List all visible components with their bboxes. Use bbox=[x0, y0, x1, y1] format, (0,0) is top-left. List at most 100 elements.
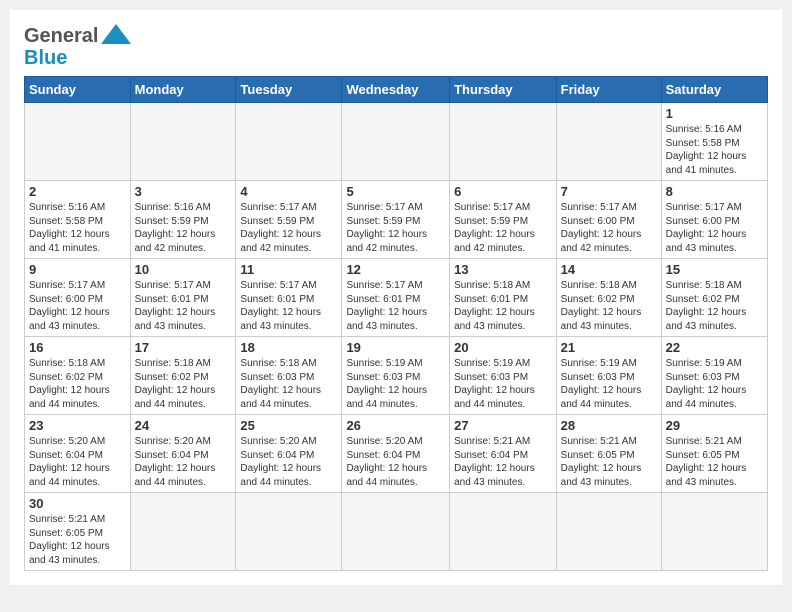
day-info: Sunrise: 5:17 AM Sunset: 6:01 PM Dayligh… bbox=[240, 279, 337, 333]
day-info: Sunrise: 5:17 AM Sunset: 6:00 PM Dayligh… bbox=[561, 201, 657, 255]
day-number: 30 bbox=[29, 496, 126, 511]
weekday-header-row: SundayMondayTuesdayWednesdayThursdayFrid… bbox=[25, 77, 768, 103]
day-info: Sunrise: 5:16 AM Sunset: 5:59 PM Dayligh… bbox=[135, 201, 232, 255]
day-info: Sunrise: 5:18 AM Sunset: 6:02 PM Dayligh… bbox=[666, 279, 763, 333]
calendar-week-row: 9 Sunrise: 5:17 AM Sunset: 6:00 PM Daylig… bbox=[25, 259, 768, 337]
day-info: Sunrise: 5:16 AM Sunset: 5:58 PM Dayligh… bbox=[666, 123, 763, 177]
calendar-cell: 12Sunrise: 5:17 AM Sunset: 6:01 PM Dayli… bbox=[342, 259, 450, 337]
day-info: Sunrise: 5:18 AM Sunset: 6:02 PM Dayligh… bbox=[135, 357, 232, 411]
day-info: Sunrise: 5:19 AM Sunset: 6:03 PM Dayligh… bbox=[561, 357, 657, 411]
day-info: Sunrise: 5:17 AM Sunset: 6:01 PM Dayligh… bbox=[346, 279, 445, 333]
weekday-header-tuesday: Tuesday bbox=[236, 77, 342, 103]
day-number: 10 bbox=[135, 262, 232, 277]
calendar-cell: 29 Sunrise: 5:21 AM Sunset: 6:05 PM Dayli… bbox=[661, 415, 767, 493]
day-number: 3 bbox=[135, 184, 232, 199]
day-number: 25 bbox=[240, 418, 337, 433]
day-number: 26 bbox=[346, 418, 445, 433]
calendar-cell: 25 Sunrise: 5:20 AM Sunset: 6:04 PM Dayli… bbox=[236, 415, 342, 493]
day-number: 23 bbox=[29, 418, 126, 433]
calendar-cell bbox=[342, 103, 450, 181]
calendar-cell: 21 Sunrise: 5:19 AM Sunset: 6:03 PM Dayli… bbox=[556, 337, 661, 415]
calendar-cell: 3 Sunrise: 5:16 AM Sunset: 5:59 PM Daylig… bbox=[130, 181, 236, 259]
calendar-cell bbox=[450, 493, 557, 571]
day-number: 17 bbox=[135, 340, 232, 355]
day-number: 21 bbox=[561, 340, 657, 355]
day-info: Sunrise: 5:17 AM Sunset: 5:59 PM Dayligh… bbox=[346, 201, 445, 255]
day-info: Sunrise: 5:16 AM Sunset: 5:58 PM Dayligh… bbox=[29, 201, 126, 255]
day-info: Sunrise: 5:19 AM Sunset: 6:03 PM Dayligh… bbox=[666, 357, 763, 411]
calendar-cell: 24 Sunrise: 5:20 AM Sunset: 6:04 PM Dayli… bbox=[130, 415, 236, 493]
day-info: Sunrise: 5:18 AM Sunset: 6:03 PM Dayligh… bbox=[240, 357, 337, 411]
calendar-cell bbox=[342, 493, 450, 571]
day-info: Sunrise: 5:20 AM Sunset: 6:04 PM Dayligh… bbox=[29, 435, 126, 489]
day-info: Sunrise: 5:21 AM Sunset: 6:04 PM Dayligh… bbox=[454, 435, 552, 489]
day-info: Sunrise: 5:17 AM Sunset: 6:00 PM Dayligh… bbox=[666, 201, 763, 255]
day-number: 6 bbox=[454, 184, 552, 199]
day-number: 18 bbox=[240, 340, 337, 355]
calendar-cell: 1 Sunrise: 5:16 AM Sunset: 5:58 PM Daylig… bbox=[661, 103, 767, 181]
calendar-week-row: 1 Sunrise: 5:16 AM Sunset: 5:58 PM Daylig… bbox=[25, 103, 768, 181]
calendar-cell bbox=[556, 103, 661, 181]
calendar: SundayMondayTuesdayWednesdayThursdayFrid… bbox=[24, 76, 768, 571]
calendar-cell: 14 Sunrise: 5:18 AM Sunset: 6:02 PM Dayli… bbox=[556, 259, 661, 337]
calendar-cell bbox=[236, 103, 342, 181]
logo: General Blue bbox=[24, 20, 131, 70]
day-info: Sunrise: 5:20 AM Sunset: 6:04 PM Dayligh… bbox=[346, 435, 445, 489]
day-info: Sunrise: 5:17 AM Sunset: 5:59 PM Dayligh… bbox=[240, 201, 337, 255]
calendar-cell bbox=[130, 493, 236, 571]
calendar-cell: 28Sunrise: 5:21 AM Sunset: 6:05 PM Dayli… bbox=[556, 415, 661, 493]
weekday-header-wednesday: Wednesday bbox=[342, 77, 450, 103]
weekday-header-sunday: Sunday bbox=[25, 77, 131, 103]
calendar-cell bbox=[25, 103, 131, 181]
weekday-header-saturday: Saturday bbox=[661, 77, 767, 103]
weekday-header-monday: Monday bbox=[130, 77, 236, 103]
day-info: Sunrise: 5:18 AM Sunset: 6:01 PM Dayligh… bbox=[454, 279, 552, 333]
day-info: Sunrise: 5:17 AM Sunset: 6:00 PM Dayligh… bbox=[29, 279, 126, 333]
day-number: 7 bbox=[561, 184, 657, 199]
calendar-cell: 7 Sunrise: 5:17 AM Sunset: 6:00 PM Daylig… bbox=[556, 181, 661, 259]
calendar-cell bbox=[450, 103, 557, 181]
day-info: Sunrise: 5:18 AM Sunset: 6:02 PM Dayligh… bbox=[561, 279, 657, 333]
day-number: 20 bbox=[454, 340, 552, 355]
day-number: 9 bbox=[29, 262, 126, 277]
calendar-cell: 18 Sunrise: 5:18 AM Sunset: 6:03 PM Dayli… bbox=[236, 337, 342, 415]
day-number: 14 bbox=[561, 262, 657, 277]
day-number: 22 bbox=[666, 340, 763, 355]
calendar-cell: 23 Sunrise: 5:20 AM Sunset: 6:04 PM Dayli… bbox=[25, 415, 131, 493]
day-info: Sunrise: 5:18 AM Sunset: 6:02 PM Dayligh… bbox=[29, 357, 126, 411]
page: General Blue SundayMondayTuesdayWednesda… bbox=[10, 10, 782, 585]
calendar-cell: 9 Sunrise: 5:17 AM Sunset: 6:00 PM Daylig… bbox=[25, 259, 131, 337]
logo-blue-text: Blue bbox=[24, 47, 67, 70]
day-number: 16 bbox=[29, 340, 126, 355]
day-info: Sunrise: 5:19 AM Sunset: 6:03 PM Dayligh… bbox=[454, 357, 552, 411]
calendar-cell: 11 Sunrise: 5:17 AM Sunset: 6:01 PM Dayli… bbox=[236, 259, 342, 337]
header: General Blue bbox=[24, 20, 768, 70]
calendar-week-row: 30Sunrise: 5:21 AM Sunset: 6:05 PM Dayli… bbox=[25, 493, 768, 571]
day-info: Sunrise: 5:20 AM Sunset: 6:04 PM Dayligh… bbox=[135, 435, 232, 489]
day-info: Sunrise: 5:17 AM Sunset: 6:01 PM Dayligh… bbox=[135, 279, 232, 333]
logo-triangle-icon bbox=[101, 20, 131, 46]
calendar-cell: 22 Sunrise: 5:19 AM Sunset: 6:03 PM Dayli… bbox=[661, 337, 767, 415]
calendar-cell: 16 Sunrise: 5:18 AM Sunset: 6:02 PM Dayli… bbox=[25, 337, 131, 415]
calendar-cell: 5Sunrise: 5:17 AM Sunset: 5:59 PM Daylig… bbox=[342, 181, 450, 259]
day-info: Sunrise: 5:20 AM Sunset: 6:04 PM Dayligh… bbox=[240, 435, 337, 489]
calendar-cell bbox=[661, 493, 767, 571]
day-info: Sunrise: 5:21 AM Sunset: 6:05 PM Dayligh… bbox=[666, 435, 763, 489]
day-info: Sunrise: 5:19 AM Sunset: 6:03 PM Dayligh… bbox=[346, 357, 445, 411]
calendar-cell: 30Sunrise: 5:21 AM Sunset: 6:05 PM Dayli… bbox=[25, 493, 131, 571]
calendar-cell: 13Sunrise: 5:18 AM Sunset: 6:01 PM Dayli… bbox=[450, 259, 557, 337]
day-number: 24 bbox=[135, 418, 232, 433]
day-number: 1 bbox=[666, 106, 763, 121]
calendar-week-row: 23 Sunrise: 5:20 AM Sunset: 6:04 PM Dayli… bbox=[25, 415, 768, 493]
day-number: 19 bbox=[346, 340, 445, 355]
day-info: Sunrise: 5:21 AM Sunset: 6:05 PM Dayligh… bbox=[561, 435, 657, 489]
calendar-cell: 27Sunrise: 5:21 AM Sunset: 6:04 PM Dayli… bbox=[450, 415, 557, 493]
day-number: 29 bbox=[666, 418, 763, 433]
calendar-cell: 4Sunrise: 5:17 AM Sunset: 5:59 PM Daylig… bbox=[236, 181, 342, 259]
day-number: 15 bbox=[666, 262, 763, 277]
calendar-week-row: 2Sunrise: 5:16 AM Sunset: 5:58 PM Daylig… bbox=[25, 181, 768, 259]
calendar-cell: 20 Sunrise: 5:19 AM Sunset: 6:03 PM Dayli… bbox=[450, 337, 557, 415]
day-info: Sunrise: 5:17 AM Sunset: 5:59 PM Dayligh… bbox=[454, 201, 552, 255]
calendar-cell: 10 Sunrise: 5:17 AM Sunset: 6:01 PM Dayli… bbox=[130, 259, 236, 337]
day-number: 11 bbox=[240, 262, 337, 277]
